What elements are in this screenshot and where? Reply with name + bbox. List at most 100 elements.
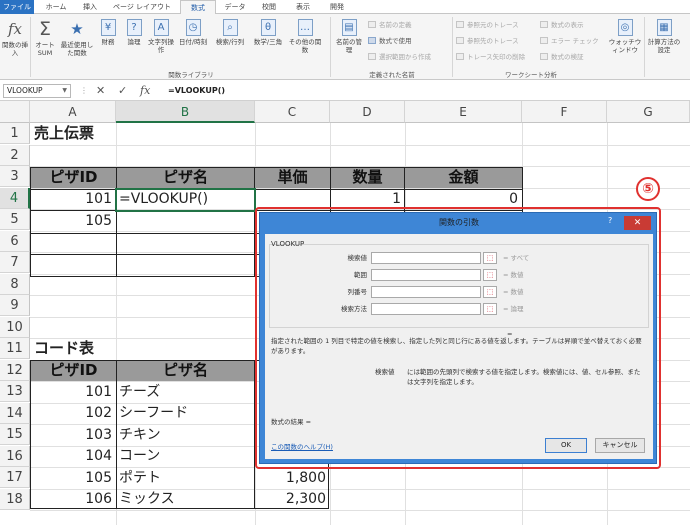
code-name-cell[interactable]: コーン [119, 446, 255, 467]
row-header[interactable]: 9 [0, 295, 30, 316]
tab-file[interactable]: ファイル [0, 0, 34, 14]
tab-home[interactable]: ホーム [38, 0, 74, 14]
argument-input[interactable] [371, 252, 481, 264]
financial-button[interactable]: ¥ 財務 [96, 17, 120, 67]
cancel-button[interactable]: キャンセル [595, 438, 645, 453]
code-id-cell[interactable]: 106 [31, 489, 116, 510]
collapse-dialog-icon[interactable]: ⬚ [483, 303, 497, 315]
row-header[interactable]: 12 [0, 359, 30, 381]
define-name-command[interactable]: 名前の定義 [368, 20, 412, 30]
code-id-cell[interactable]: 104 [31, 446, 116, 467]
arrow-icon [456, 21, 464, 28]
sales-id-cell[interactable]: 105 [31, 211, 116, 232]
code-price-cell[interactable]: 2,300 [255, 489, 330, 510]
error-check-command[interactable]: エラー チェック [540, 36, 599, 46]
code-name-cell[interactable]: チーズ [119, 382, 255, 403]
row-header[interactable]: 18 [0, 488, 30, 510]
argument-input[interactable] [371, 269, 481, 281]
row-header[interactable]: 10 [0, 316, 30, 338]
sales-header-id: ピザID [31, 167, 116, 188]
sales-id-cell[interactable]: 101 [31, 189, 116, 210]
tab-review[interactable]: 校閲 [254, 0, 284, 14]
argument-input[interactable] [371, 286, 481, 298]
column-header-b[interactable]: B [116, 101, 255, 123]
calc-options-button[interactable]: ▦ 計算方法の設定 [646, 17, 682, 67]
trace-dependents-command[interactable]: 参照先のトレース [456, 36, 519, 46]
code-name-cell[interactable]: シーフード [119, 403, 255, 424]
select-all-corner[interactable] [0, 101, 30, 123]
group-label-formula-auditing: ワークシート分析 [505, 71, 557, 79]
column-header-d[interactable]: D [330, 101, 405, 123]
text-functions-button[interactable]: A 文字列操作 [148, 17, 174, 67]
watch-window-button[interactable]: ◎ ウォッチウィンドウ [608, 17, 642, 67]
row-header[interactable]: 8 [0, 273, 30, 295]
function-help-link[interactable]: この関数のヘルプ(H) [271, 441, 333, 451]
row-header[interactable]: 6 [0, 230, 30, 252]
create-from-selection-command[interactable]: 選択範囲から作成 [368, 52, 431, 62]
row-header[interactable]: 17 [0, 467, 30, 488]
formula-input[interactable]: =VLOOKUP() [168, 84, 225, 98]
code-id-cell[interactable]: 105 [31, 468, 116, 489]
code-price-cell[interactable]: 1,800 [255, 468, 330, 489]
row-header[interactable]: 3 [0, 166, 30, 187]
recent-functions-button[interactable]: ★ 最近使用した関数 [60, 17, 94, 67]
tab-view[interactable]: 表示 [288, 0, 318, 14]
confirm-icon[interactable]: ✓ [118, 83, 127, 99]
code-id-cell[interactable]: 101 [31, 382, 116, 403]
logical-book-icon: ? [126, 19, 142, 36]
dialog-title: 関数の引数 [439, 218, 479, 227]
column-header-f[interactable]: F [522, 101, 607, 123]
code-name-cell[interactable]: ポテト [119, 468, 255, 489]
argument-input[interactable] [371, 303, 481, 315]
evaluate-formula-command[interactable]: 数式の検証 [540, 52, 584, 62]
row-header[interactable]: 15 [0, 424, 30, 445]
row-header[interactable]: 1 [0, 123, 30, 144]
row-header[interactable]: 7 [0, 252, 30, 273]
name-manager-button[interactable]: ▤ 名前の管理 [334, 17, 364, 67]
cancel-icon[interactable]: ✕ [96, 83, 105, 99]
use-in-formula-command[interactable]: 数式で使用 [368, 36, 412, 46]
datetime-button[interactable]: ◷ 日付/時刻 [176, 17, 210, 67]
name-box[interactable]: VLOOKUP ▼ [3, 84, 71, 98]
row-header[interactable]: 16 [0, 445, 30, 467]
ribbon-separator [330, 17, 331, 77]
code-id-cell[interactable]: 103 [31, 425, 116, 446]
show-formulas-command[interactable]: 数式の表示 [540, 20, 584, 30]
chevron-down-icon[interactable]: ▼ [62, 85, 67, 97]
column-header-e[interactable]: E [405, 101, 522, 123]
row-header[interactable]: 2 [0, 144, 30, 166]
insert-function-button[interactable]: fx 関数の挿入 [2, 17, 28, 67]
row-header[interactable]: 13 [0, 381, 30, 402]
tab-developer[interactable]: 開発 [322, 0, 352, 14]
sales-name-formula-cell[interactable]: =VLOOKUP() [119, 189, 255, 210]
insert-function-icon[interactable]: fx [140, 83, 150, 99]
collapse-dialog-icon[interactable]: ⬚ [483, 252, 497, 264]
row-header[interactable]: 14 [0, 402, 30, 424]
drag-handle-icon: ⋮ [80, 86, 88, 95]
tab-data[interactable]: データ [220, 0, 250, 14]
collapse-dialog-icon[interactable]: ⬚ [483, 286, 497, 298]
close-button[interactable]: ✕ [624, 216, 651, 230]
tab-page-layout[interactable]: ページ レイアウト [108, 0, 176, 14]
code-name-cell[interactable]: チキン [119, 425, 255, 446]
lookup-button[interactable]: ⌕ 検索/行列 [212, 17, 248, 67]
collapse-dialog-icon[interactable]: ⬚ [483, 269, 497, 281]
remove-arrows-command[interactable]: トレース矢印の削除 [456, 52, 525, 62]
row-header[interactable]: 4 [0, 187, 30, 209]
tab-insert[interactable]: 挿入 [76, 0, 104, 14]
math-button[interactable]: θ 数学/三角 [250, 17, 286, 67]
row-header[interactable]: 11 [0, 338, 30, 359]
code-id-cell[interactable]: 102 [31, 403, 116, 424]
trace-precedents-command[interactable]: 参照元のトレース [456, 20, 519, 30]
more-functions-button[interactable]: … その他の関数 [288, 17, 322, 67]
column-header-c[interactable]: C [255, 101, 330, 123]
row-header[interactable]: 5 [0, 209, 30, 230]
column-header-g[interactable]: G [607, 101, 690, 123]
ok-button[interactable]: OK [545, 438, 587, 453]
autosum-button[interactable]: Σ オート SUM [32, 17, 58, 67]
code-name-cell[interactable]: ミックス [119, 489, 255, 510]
column-header-a[interactable]: A [30, 101, 116, 123]
help-icon[interactable]: ? [608, 216, 612, 225]
tab-formulas[interactable]: 数式 [180, 0, 216, 15]
logical-button[interactable]: ? 論理 [122, 17, 146, 67]
